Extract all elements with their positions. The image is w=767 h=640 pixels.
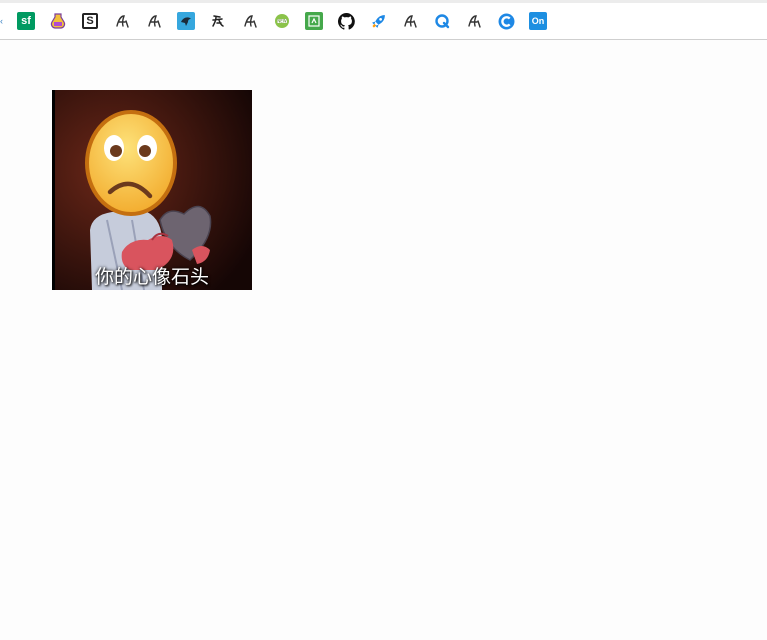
overflow-chevron-icon[interactable]: ‹ — [0, 16, 3, 26]
bookmarks-bar: ‹ sf S NEW On — [0, 3, 767, 40]
script-a-icon[interactable] — [401, 12, 419, 30]
sf-icon[interactable]: sf — [17, 12, 35, 30]
meme-illustration — [52, 90, 252, 290]
c-circle-icon[interactable] — [497, 12, 515, 30]
script-a-icon[interactable] — [241, 12, 259, 30]
github-icon[interactable] — [337, 12, 355, 30]
meme-image: 你的心像石头 — [52, 90, 252, 290]
on-icon[interactable]: On — [529, 12, 547, 30]
script-a-icon[interactable] — [465, 12, 483, 30]
script-a-icon[interactable] — [113, 12, 131, 30]
rocket-icon[interactable] — [369, 12, 387, 30]
blue-bird-icon[interactable] — [177, 12, 195, 30]
script-a-icon[interactable] — [145, 12, 163, 30]
meme-caption: 你的心像石头 — [94, 267, 209, 288]
q-circle-icon[interactable] — [433, 12, 451, 30]
potion-icon[interactable] — [49, 12, 67, 30]
svg-text:NEW: NEW — [277, 19, 287, 24]
green-square-icon[interactable] — [305, 12, 323, 30]
green-badge-icon[interactable]: NEW — [273, 12, 291, 30]
calligraphy-icon[interactable] — [209, 12, 227, 30]
s-icon[interactable]: S — [81, 12, 99, 30]
